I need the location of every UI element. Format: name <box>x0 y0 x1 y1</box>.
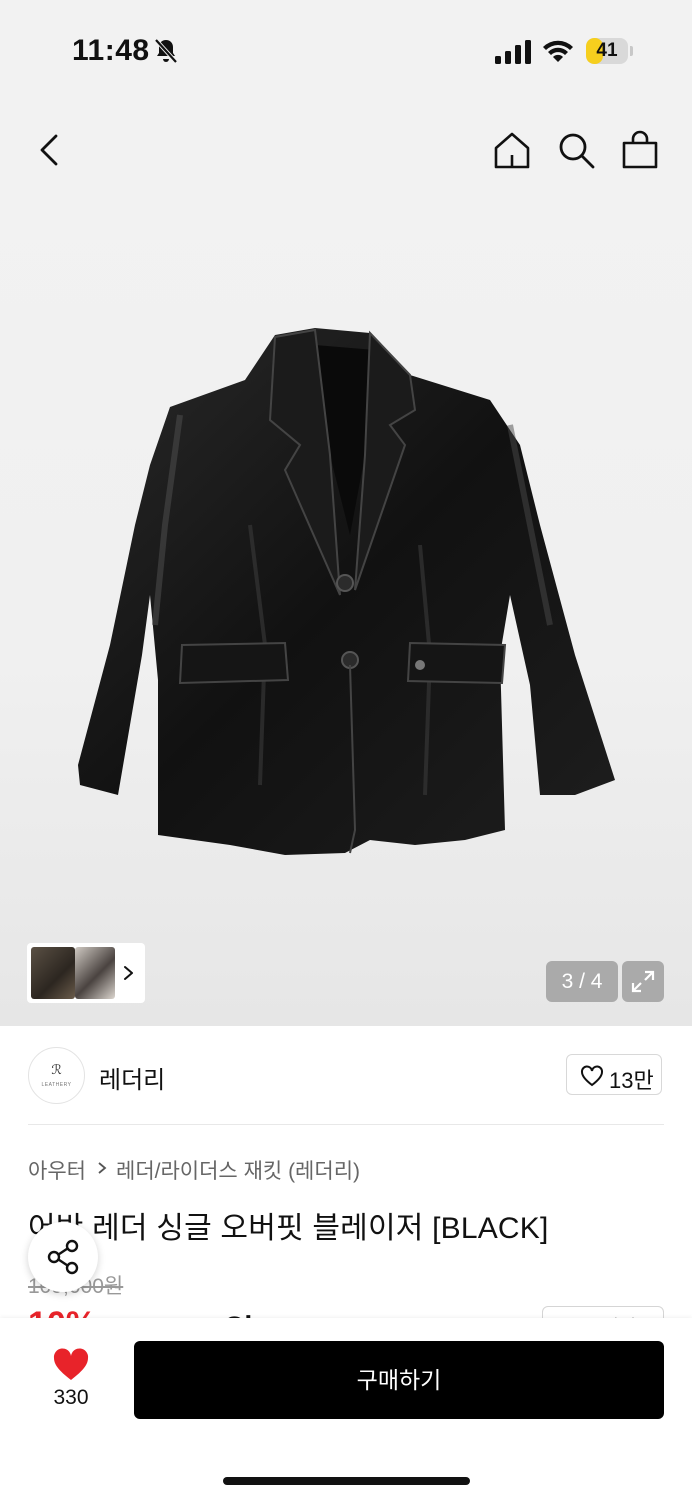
heart-filled-icon[interactable] <box>52 1348 90 1382</box>
share-button[interactable] <box>28 1222 98 1292</box>
product-title: 어반 레더 싱글 오버핏 블레이저 [BLACK] <box>28 1212 549 1245</box>
chevron-right-icon <box>98 1162 107 1174</box>
status-bar: 11:48 41 <box>0 0 692 100</box>
brand-like-count: 13만 <box>609 1068 654 1093</box>
thumbnail-image[interactable] <box>31 947 75 999</box>
breadcrumb-category[interactable]: 아우터 <box>28 1155 86 1185</box>
home-indicator <box>223 1477 470 1485</box>
thumbnail-strip[interactable] <box>27 943 145 1003</box>
wish-count: 330 <box>53 1386 89 1409</box>
status-time: 11:48 <box>72 34 150 67</box>
thumbnail-image[interactable] <box>75 947 115 999</box>
product-image-gallery[interactable]: 3 / 4 <box>0 100 692 1026</box>
image-counter: 3 / 4 <box>546 961 618 1002</box>
battery-indicator: 41 <box>586 38 633 64</box>
brand-logo[interactable]: ℛ LEATHERY <box>28 1047 85 1104</box>
expand-icon <box>631 970 655 993</box>
silent-bell-icon <box>154 38 178 64</box>
product-image-jacket <box>78 328 615 855</box>
divider <box>28 1124 664 1125</box>
back-arrow-icon[interactable] <box>30 130 70 170</box>
share-icon <box>47 1239 79 1275</box>
wifi-icon <box>543 40 573 62</box>
expand-button[interactable] <box>622 961 664 1002</box>
search-icon[interactable] <box>556 130 596 170</box>
shopping-bag-icon[interactable] <box>620 130 660 170</box>
signal-icon <box>495 40 531 64</box>
home-icon[interactable] <box>492 130 532 170</box>
brand-like-button[interactable]: 13만 <box>566 1054 662 1095</box>
brand-name[interactable]: 레더리 <box>99 1060 165 1095</box>
buy-button[interactable]: 구매하기 <box>134 1341 664 1419</box>
heart-outline-icon <box>581 1065 603 1087</box>
battery-level: 41 <box>596 40 618 61</box>
breadcrumb-subcategory[interactable]: 레더/라이더스 재킷 (레더리) <box>116 1155 360 1185</box>
chevron-right-icon[interactable] <box>121 959 137 987</box>
